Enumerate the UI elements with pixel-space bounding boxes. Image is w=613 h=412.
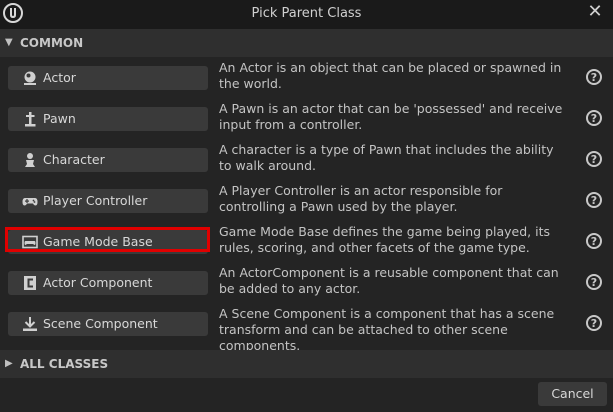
actor-component-icon [24,276,36,290]
help-icon[interactable]: ? [586,274,602,290]
dialog-title: Pick Parent Class [251,6,362,21]
character-button[interactable]: Character [8,148,208,172]
help-icon[interactable]: ? [586,192,602,208]
help-icon[interactable]: ? [586,110,602,126]
help-icon[interactable]: ? [586,315,602,331]
class-description: A Pawn is an actor that can be 'possesse… [219,101,563,132]
selection-highlight [5,227,210,252]
class-description: A character is a type of Pawn that inclu… [219,142,554,173]
section-header-all-classes[interactable]: ▶ ALL CLASSES [0,350,613,378]
class-row-actor-component: Actor Component An ActorComponent is a r… [0,263,613,304]
help-icon[interactable]: ? [586,233,602,249]
section-label: ALL CLASSES [20,357,109,371]
help-icon[interactable]: ? [586,151,602,167]
character-icon [25,153,35,167]
class-description: An Actor is an object that can be placed… [219,60,562,91]
scene-component-button[interactable]: Scene Component [8,312,208,336]
chevron-down-icon: ▼ [5,37,13,48]
pawn-button[interactable]: Pawn [8,107,208,131]
actor-sphere-icon [24,71,36,85]
class-description: A Player Controller is an actor responsi… [219,183,503,214]
class-row-player-controller: Player Controller A Player Controller is… [0,181,613,222]
chevron-right-icon: ▶ [5,358,13,369]
class-row-scene-component: Scene Component A Scene Component is a c… [0,304,613,353]
button-label: Actor Component [43,275,153,290]
section-header-common[interactable]: ▼ COMMON [0,29,613,57]
actor-button[interactable]: Actor [8,66,208,90]
scene-component-icon [23,317,37,331]
gamepad-icon [22,198,38,206]
actor-component-button[interactable]: Actor Component [8,271,208,295]
class-description: An ActorComponent is a reusable componen… [219,265,559,296]
close-icon[interactable]: ✕ [585,1,605,23]
button-label: Character [43,152,105,167]
help-icon[interactable]: ? [586,69,602,85]
class-row-pawn: Pawn A Pawn is an actor that can be 'pos… [0,99,613,140]
section-label: COMMON [20,36,84,50]
button-label: Pawn [43,111,76,126]
class-row-character: Character A character is a type of Pawn … [0,140,613,181]
button-label: Scene Component [43,316,158,331]
button-label: Player Controller [43,193,148,208]
button-label: Actor [43,70,76,85]
cancel-button[interactable]: Cancel [538,382,607,406]
title-bar: Pick Parent Class ✕ [0,0,613,28]
class-description: Game Mode Base defines the game being pl… [219,224,550,255]
class-row-actor: Actor An Actor is an object that can be … [0,58,613,99]
player-controller-button[interactable]: Player Controller [8,189,208,213]
pawn-icon [25,112,36,127]
dialog-body: ▼ COMMON Actor An Actor is an object tha… [0,29,613,412]
class-description: A Scene Component is a component that ha… [219,306,555,353]
